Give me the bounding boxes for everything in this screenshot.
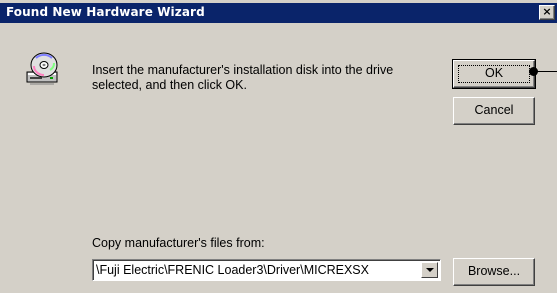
browse-button-label: Browse... [467,264,521,278]
ok-button[interactable]: OK [452,59,536,89]
cancel-button-label: Cancel [474,103,514,117]
window-title: Found New Hardware Wizard [6,5,205,19]
dialog-window: Found New Hardware Wizard × Insert the m… [0,0,557,293]
close-button[interactable]: × [539,5,555,20]
cd-drive-icon [26,52,58,85]
copy-files-label: Copy manufacturer's files from: [92,236,265,250]
instruction-text: Insert the manufacturer's installation d… [92,63,394,92]
path-value[interactable]: \Fuji Electric\FRENIC Loader3\Driver\MIC… [96,262,418,278]
chevron-down-icon [426,268,434,272]
callout-marker [529,67,538,76]
path-combobox[interactable]: \Fuji Electric\FRENIC Loader3\Driver\MIC… [92,259,441,281]
focus-rect [458,65,530,83]
dropdown-button[interactable] [421,262,438,278]
browse-button[interactable]: Browse... [453,258,535,286]
close-icon: × [542,5,552,18]
cancel-button[interactable]: Cancel [453,97,535,125]
title-bar[interactable]: Found New Hardware Wizard × [0,3,557,23]
